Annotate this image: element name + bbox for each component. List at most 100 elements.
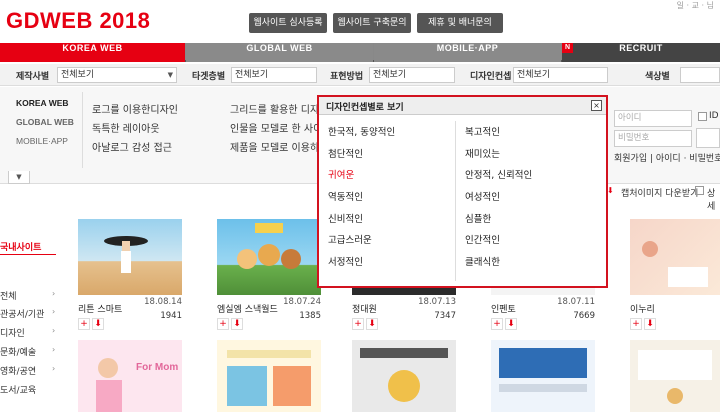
website-build-inquiry-button[interactable]: 웹사이트 구축문의 [333,13,411,33]
concept-list-left: 한국적, 동양적인 첨단적인 귀여운 역동적인 신비적인 고급스러운 서정적인 [328,127,458,279]
category-link[interactable]: 독특한 레이아웃 [92,120,160,135]
leftnav-korea-web[interactable]: KOREA WEB [16,98,69,108]
download-icon[interactable]: ⬇ [505,318,517,330]
design-concept-modal: 디자인컨셉별로 보기 × 한국적, 동양적인 첨단적인 귀여운 역동적인 신비적… [317,95,608,288]
login-button[interactable] [696,128,720,148]
side-title: 국내사이트 [0,243,42,253]
login-password-input[interactable]: 비밀번호 [614,130,692,147]
site-thumbnail[interactable] [217,219,321,295]
download-icon: ⬇ [607,186,614,195]
category-link[interactable]: 인물을 모델로 한 사이 [230,120,322,135]
collapse-toggle[interactable]: ▼ [8,171,30,184]
download-icon[interactable]: ⬇ [366,318,378,330]
concept-option[interactable]: 첨단적인 [328,149,458,171]
add-icon[interactable]: + [217,318,229,330]
side-item[interactable]: 디자인 [0,326,25,339]
concept-option[interactable]: 심플한 [465,214,595,236]
id-save-label: ID [709,111,719,121]
detail-view-label: 상세 [707,189,716,212]
side-item[interactable]: 관공서/기관 [0,307,44,320]
view-count: 1385 [299,311,321,321]
filter-label-concept: 디자인컨셉 [470,72,512,82]
site-date: 18.07.24 [283,297,321,307]
modal-title: 디자인컨셉별로 보기 [326,103,404,113]
add-icon[interactable]: + [491,318,503,330]
chevron-right-icon: › [52,307,56,316]
chevron-down-icon: ▼ [16,173,22,181]
modal-header: 디자인컨셉별로 보기 × [319,97,606,115]
site-date: 18.07.11 [557,297,595,307]
site-thumbnail[interactable] [630,219,720,295]
site-thumbnail[interactable] [630,340,720,412]
chevron-right-icon: › [52,326,56,335]
leftnav-mobile-app[interactable]: MOBILE·APP [16,136,68,146]
concept-option[interactable]: 인간적인 [465,235,595,257]
side-item[interactable]: 영화/공연 [0,364,36,377]
concept-option[interactable]: 서정적인 [328,257,458,279]
concept-option[interactable]: 클래식한 [465,257,595,279]
concept-option[interactable]: 재미있는 [465,149,595,171]
view-count: 7669 [573,311,595,321]
site-thumbnail[interactable] [491,340,595,412]
site-card[interactable]: 리튼 스마트 18.08.14 + ⬇ 1941 [78,219,182,330]
site-thumbnail[interactable]: For Mom [78,340,182,412]
filter-label-expression: 표현방법 [330,72,364,82]
download-icon[interactable]: ⬇ [231,318,243,330]
concept-option-active[interactable]: 귀여운 [328,170,458,192]
close-icon[interactable]: × [591,100,602,111]
site-card[interactable]: 이누리 + ⬇ [630,219,720,330]
detail-view-icon[interactable] [695,186,704,195]
login-links[interactable]: 회원가입 | 아이디 · 비밀번호 [614,151,720,164]
side-item[interactable]: 문화/예술 [0,345,36,358]
id-save-checkbox[interactable] [698,112,707,121]
chevron-down-icon: ▼ [167,71,173,79]
top-util-links[interactable]: 일 · 교 · 님 [677,0,714,11]
chevron-right-icon: › [52,289,56,298]
site-thumbnail[interactable] [217,340,321,412]
concept-option[interactable]: 신비적인 [328,214,458,236]
concept-option[interactable]: 고급스러운 [328,235,458,257]
concept-option[interactable]: 복고적인 [465,127,595,149]
concept-option[interactable]: 역동적인 [328,192,458,214]
filter-select-concept[interactable]: 전체보기 [513,67,608,83]
category-link[interactable]: 로그를 이용한디자인 [92,101,178,116]
divider [0,254,56,255]
download-icon[interactable]: ⬇ [644,318,656,330]
side-item[interactable]: 도서/교육 [0,383,36,396]
filter-select-target[interactable]: 전체보기 [231,67,317,83]
site-thumbnail[interactable] [78,219,182,295]
tab-recruit[interactable]: RECRUIT [562,43,720,62]
tab-korea-web[interactable]: KOREA WEB [0,43,185,62]
login-id-input[interactable]: 아이디 [614,110,692,127]
view-count: 7347 [434,311,456,321]
add-icon[interactable]: + [78,318,90,330]
site-card[interactable]: 엠실엠 스낵월드 18.07.24 + ⬇ 1385 [217,219,321,330]
download-icon[interactable]: ⬇ [92,318,104,330]
concept-option[interactable]: 한국적, 동양적인 [328,127,458,149]
view-count: 1941 [160,311,182,321]
leftnav-global-web[interactable]: GLOBAL WEB [16,117,74,127]
site-date: 18.07.13 [418,297,456,307]
tab-global-web[interactable]: GLOBAL WEB [186,43,373,62]
category-link[interactable]: 제품을 모델로 이용하 [230,139,319,154]
capture-download-link[interactable]: 캡처이미지 다운받기 [621,186,698,199]
site-thumbnail[interactable] [352,340,456,412]
concept-option[interactable]: 안정적, 신뢰적인 [465,170,595,192]
site-logo[interactable]: GDWEB 2018 [6,8,150,34]
partnership-inquiry-button[interactable]: 제휴 및 배너문의 [417,13,503,33]
filter-select-maker[interactable]: 전체보기 ▼ [57,67,177,83]
concept-list-right: 복고적인 재미있는 안정적, 신뢰적인 여성적인 심플한 인간적인 클래식한 [465,127,595,279]
filter-select-color[interactable] [680,67,720,83]
concept-option[interactable]: 여성적인 [465,192,595,214]
category-link[interactable]: 그리드를 활용한 디자 [230,101,319,116]
site-date: 18.08.14 [144,297,182,307]
website-register-button[interactable]: 웹사이트 심사등록 [249,13,327,33]
add-icon[interactable]: + [352,318,364,330]
category-link[interactable]: 아날로그 감성 접근 [92,139,172,154]
tab-mobile-app[interactable]: MOBILE·APP [374,43,561,62]
side-item[interactable]: 전체 [0,289,17,302]
add-icon[interactable]: + [630,318,642,330]
filter-select-expression[interactable]: 전체보기 [369,67,455,83]
chevron-right-icon: › [52,345,56,354]
filter-label-target: 타겟층별 [192,72,226,82]
